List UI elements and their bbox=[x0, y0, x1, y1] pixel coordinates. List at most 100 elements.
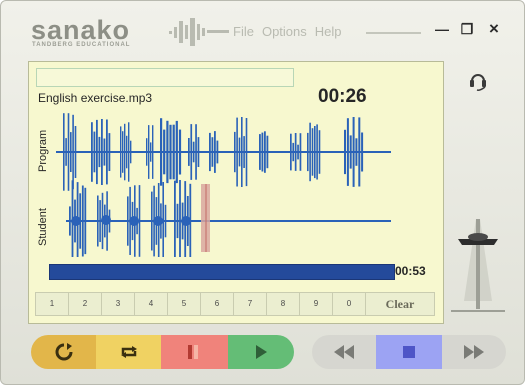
stop-icon bbox=[403, 346, 415, 358]
waveform-bar bbox=[67, 113, 70, 191]
repeat-icon bbox=[55, 343, 72, 361]
waveform-bar bbox=[103, 138, 106, 166]
waveform-bar bbox=[211, 137, 214, 167]
waveform-bar bbox=[355, 138, 358, 166]
waveform-bar bbox=[344, 129, 346, 175]
waveform-dot bbox=[71, 216, 81, 226]
waveform-bar bbox=[108, 133, 111, 171]
repeat-button[interactable] bbox=[31, 335, 96, 369]
bookmark-9[interactable]: 9 bbox=[300, 293, 333, 315]
fast-forward-icon bbox=[464, 345, 484, 359]
waveform-bar bbox=[176, 203, 179, 239]
waveform-bar bbox=[69, 206, 71, 236]
waveform-bar bbox=[101, 119, 103, 185]
waveform-bar bbox=[197, 137, 200, 167]
bookmark-8[interactable]: 8 bbox=[267, 293, 300, 315]
waveform-bar bbox=[188, 138, 190, 166]
record-button[interactable] bbox=[161, 335, 228, 369]
waveform-bar bbox=[243, 136, 245, 168]
player-panel: English exercise.mp3 00:26 Program Stude… bbox=[28, 61, 444, 324]
rewind-button[interactable] bbox=[312, 335, 376, 369]
waveform-bar bbox=[314, 126, 316, 179]
waveform-bar bbox=[236, 117, 238, 187]
waveform-bar bbox=[346, 118, 349, 186]
waveform-bar bbox=[166, 120, 169, 184]
waveform-bar bbox=[96, 119, 98, 185]
waveform-display[interactable] bbox=[56, 112, 396, 257]
waveform-bar bbox=[124, 123, 126, 181]
waveform-bar bbox=[63, 113, 65, 191]
waveform-bar bbox=[311, 128, 314, 176]
volume-slider[interactable] bbox=[448, 201, 508, 326]
close-button[interactable]: × bbox=[487, 19, 501, 39]
play-button[interactable] bbox=[228, 335, 294, 369]
waveform-bar bbox=[160, 118, 163, 186]
menu-help[interactable]: Help bbox=[315, 24, 342, 39]
waveform-bar bbox=[106, 119, 108, 185]
waveform-dot bbox=[181, 216, 191, 226]
waveform-bar bbox=[192, 141, 195, 163]
bookmark-1[interactable]: 1 bbox=[36, 293, 69, 315]
waveform-bar bbox=[292, 142, 295, 162]
bookmark-5[interactable]: 5 bbox=[168, 293, 201, 315]
waveform-bar bbox=[214, 131, 216, 173]
bookmark-4[interactable]: 4 bbox=[135, 293, 168, 315]
total-time: 00:53 bbox=[395, 264, 426, 278]
waveform-bar bbox=[84, 187, 87, 255]
bookmark-3[interactable]: 3 bbox=[102, 293, 135, 315]
headset-icon[interactable] bbox=[468, 69, 488, 96]
waveform-bar bbox=[358, 117, 361, 187]
menu-bar: File Options Help bbox=[233, 24, 342, 39]
clear-button[interactable]: Clear bbox=[366, 293, 434, 315]
app-window: sanako TANDBERG EDUCATIONAL File Options… bbox=[0, 0, 525, 385]
file-name: English exercise.mp3 bbox=[38, 91, 153, 105]
bookmark-7[interactable]: 7 bbox=[234, 293, 267, 315]
waveform-bar bbox=[309, 122, 311, 182]
waveform-bar bbox=[148, 125, 150, 179]
stop-button[interactable] bbox=[376, 335, 442, 369]
menu-file[interactable]: File bbox=[233, 24, 254, 39]
waveform-bar bbox=[241, 117, 243, 187]
waveform-bar bbox=[120, 126, 122, 178]
restore-button[interactable]: ❐ bbox=[460, 21, 474, 38]
waveform-bar bbox=[72, 114, 74, 190]
waveform-dot bbox=[153, 216, 163, 226]
menu-options[interactable]: Options bbox=[262, 24, 307, 39]
waveform-bar bbox=[164, 204, 167, 238]
fast-forward-button[interactable] bbox=[442, 335, 506, 369]
waveform-bar bbox=[172, 124, 175, 180]
waveform-bar bbox=[297, 144, 299, 160]
waveform-bar bbox=[318, 130, 321, 174]
waveform-bar bbox=[130, 140, 132, 164]
bookmark-6[interactable]: 6 bbox=[201, 293, 234, 315]
waveform-bar bbox=[126, 135, 128, 169]
waveform-dot bbox=[101, 215, 111, 225]
waveform-bar bbox=[195, 124, 197, 180]
waveform-bar bbox=[70, 132, 72, 172]
waveform-bar bbox=[307, 132, 309, 172]
waveform-bar bbox=[151, 191, 153, 251]
waveform-bar bbox=[174, 180, 176, 257]
info-bar bbox=[36, 68, 294, 87]
progress-bar[interactable] bbox=[49, 264, 395, 280]
waveform-bar bbox=[216, 140, 219, 164]
waveform-bar bbox=[91, 122, 93, 182]
waveform-bar bbox=[259, 134, 261, 170]
waveform-bar bbox=[175, 120, 178, 184]
loop-button[interactable] bbox=[96, 335, 161, 369]
play-icon bbox=[256, 345, 267, 359]
waveform-bar bbox=[98, 136, 101, 168]
logo-subtitle: TANDBERG EDUCATIONAL bbox=[32, 42, 131, 48]
waveform-bar bbox=[266, 135, 269, 169]
bookmark-2[interactable]: 2 bbox=[69, 293, 102, 315]
waveform-bar bbox=[299, 133, 302, 171]
title-divider bbox=[366, 32, 421, 34]
waveform-bar bbox=[264, 131, 266, 173]
waveform-bar bbox=[93, 131, 96, 173]
record-icon bbox=[187, 345, 198, 359]
bookmark-0[interactable]: 0 bbox=[333, 293, 366, 315]
waveform-bar bbox=[179, 180, 181, 257]
waveform-bar bbox=[178, 129, 182, 175]
waveform-bar bbox=[290, 133, 292, 171]
minimize-button[interactable]: — bbox=[435, 21, 449, 37]
